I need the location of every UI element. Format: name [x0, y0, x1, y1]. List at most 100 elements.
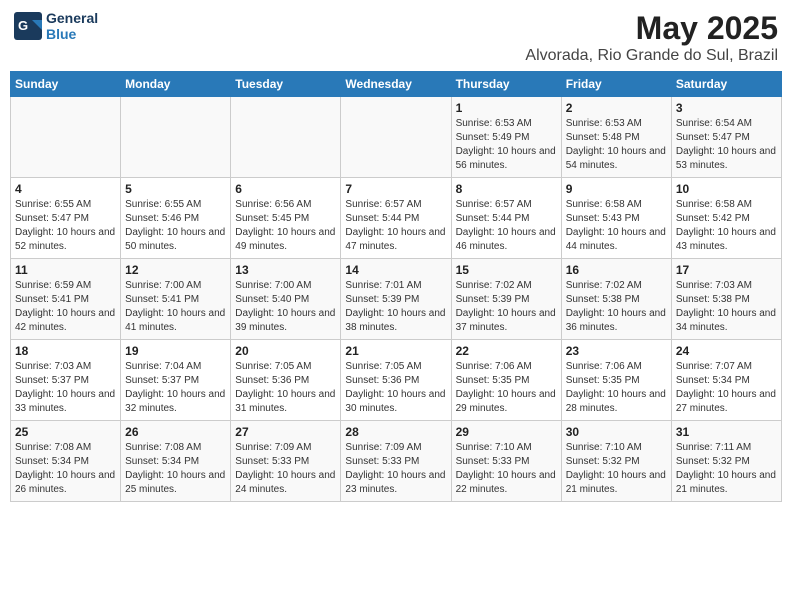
cell-info: Sunrise: 7:02 AMSunset: 5:39 PMDaylight:… — [456, 279, 557, 335]
cell-day-number: 30 — [566, 425, 667, 439]
calendar-cell: 26Sunrise: 7:08 AMSunset: 5:34 PMDayligh… — [121, 421, 231, 502]
cell-day-number: 21 — [345, 344, 446, 358]
calendar-cell: 7 Sunrise: 6:57 AMSunset: 5:44 PMDaylight… — [341, 178, 451, 259]
calendar-cell: 3Sunrise: 6:54 AMSunset: 5:47 PMDaylight… — [671, 97, 781, 178]
cell-info: Sunrise: 6:53 AMSunset: 5:49 PMDaylight:… — [456, 117, 557, 173]
calendar-cell: 25 Sunrise: 7:08 AMSunset: 5:34 PMDayligh… — [11, 421, 121, 502]
cell-day-number: 24 — [676, 344, 777, 358]
calendar-cell: 21 Sunrise: 7:05 AMSunset: 5:36 PMDayligh… — [341, 340, 451, 421]
cell-day-number: 3 — [676, 101, 777, 115]
cell-info: Sunrise: 7:03 AMSunset: 5:37 PMDaylight:… — [15, 360, 116, 416]
weekday-header: Friday — [561, 72, 671, 97]
cell-day-number: 17 — [676, 263, 777, 277]
cell-day-number: 31 — [676, 425, 777, 439]
calendar-cell: 5Sunrise: 6:55 AMSunset: 5:46 PMDaylight… — [121, 178, 231, 259]
cell-day-number: 4 — [15, 182, 116, 196]
cell-day-number: 9 — [566, 182, 667, 196]
calendar-week-row: 18 Sunrise: 7:03 AMSunset: 5:37 PMDayligh… — [11, 340, 782, 421]
calendar-cell: 14Sunrise: 7:01 AMSunset: 5:39 PMDayligh… — [341, 259, 451, 340]
cell-day-number: 27 — [235, 425, 336, 439]
logo-icon: G — [14, 12, 42, 40]
cell-info: Sunrise: 7:07 AMSunset: 5:34 PMDaylight:… — [676, 360, 777, 416]
cell-info: Sunrise: 7:09 AMSunset: 5:33 PMDaylight:… — [345, 441, 446, 497]
calendar-cell: 28 Sunrise: 7:09 AMSunset: 5:33 PMDayligh… — [341, 421, 451, 502]
cell-info: Sunrise: 6:56 AMSunset: 5:45 PMDaylight:… — [235, 198, 336, 254]
calendar-cell: 29 Sunrise: 7:10 AMSunset: 5:33 PMDayligh… — [451, 421, 561, 502]
cell-info: Sunrise: 7:05 AMSunset: 5:36 PMDaylight:… — [235, 360, 336, 416]
calendar-week-row: 25 Sunrise: 7:08 AMSunset: 5:34 PMDayligh… — [11, 421, 782, 502]
cell-day-number: 20 — [235, 344, 336, 358]
cell-info: Sunrise: 7:10 AMSunset: 5:33 PMDaylight:… — [456, 441, 557, 497]
calendar-cell: 16 Sunrise: 7:02 AMSunset: 5:38 PMDayligh… — [561, 259, 671, 340]
calendar-cell — [231, 97, 341, 178]
cell-day-number: 12 — [125, 263, 226, 277]
cell-day-number: 2 — [566, 101, 667, 115]
weekday-header: Monday — [121, 72, 231, 97]
calendar-cell — [11, 97, 121, 178]
cell-info: Sunrise: 6:55 AMSunset: 5:47 PMDaylight:… — [15, 198, 116, 254]
calendar-cell: 4 Sunrise: 6:55 AMSunset: 5:47 PMDaylight… — [11, 178, 121, 259]
cell-day-number: 16 — [566, 263, 667, 277]
cell-info: Sunrise: 7:11 AMSunset: 5:32 PMDaylight:… — [676, 441, 777, 497]
calendar-body: 1 Sunrise: 6:53 AMSunset: 5:49 PMDaylight… — [11, 97, 782, 502]
calendar-cell: 24 Sunrise: 7:07 AMSunset: 5:34 PMDayligh… — [671, 340, 781, 421]
cell-day-number: 18 — [15, 344, 116, 358]
cell-day-number: 1 — [456, 101, 557, 115]
cell-info: Sunrise: 7:08 AMSunset: 5:34 PMDaylight:… — [125, 441, 226, 497]
calendar-cell: 9Sunrise: 6:58 AMSunset: 5:43 PMDaylight… — [561, 178, 671, 259]
cell-day-number: 10 — [676, 182, 777, 196]
cell-info: Sunrise: 7:10 AMSunset: 5:32 PMDaylight:… — [566, 441, 667, 497]
calendar-cell: 18 Sunrise: 7:03 AMSunset: 5:37 PMDayligh… — [11, 340, 121, 421]
cell-info: Sunrise: 7:06 AMSunset: 5:35 PMDaylight:… — [456, 360, 557, 416]
cell-day-number: 6 — [235, 182, 336, 196]
logo: G General Blue — [14, 10, 98, 42]
calendar-cell: 20 Sunrise: 7:05 AMSunset: 5:36 PMDayligh… — [231, 340, 341, 421]
header-row: SundayMondayTuesdayWednesdayThursdayFrid… — [11, 72, 782, 97]
calendar-cell: 13Sunrise: 7:00 AMSunset: 5:40 PMDayligh… — [231, 259, 341, 340]
page-title: May 2025 — [525, 10, 778, 47]
calendar-cell: 12Sunrise: 7:00 AMSunset: 5:41 PMDayligh… — [121, 259, 231, 340]
cell-day-number: 28 — [345, 425, 446, 439]
cell-info: Sunrise: 7:09 AMSunset: 5:33 PMDaylight:… — [235, 441, 336, 497]
cell-day-number: 29 — [456, 425, 557, 439]
calendar-cell: 1 Sunrise: 6:53 AMSunset: 5:49 PMDaylight… — [451, 97, 561, 178]
cell-info: Sunrise: 7:05 AMSunset: 5:36 PMDaylight:… — [345, 360, 446, 416]
cell-info: Sunrise: 6:57 AMSunset: 5:44 PMDaylight:… — [456, 198, 557, 254]
cell-day-number: 11 — [15, 263, 116, 277]
svg-text:G: G — [18, 18, 28, 33]
cell-day-number: 7 — [345, 182, 446, 196]
cell-day-number: 25 — [15, 425, 116, 439]
cell-info: Sunrise: 7:06 AMSunset: 5:35 PMDaylight:… — [566, 360, 667, 416]
cell-day-number: 14 — [345, 263, 446, 277]
cell-info: Sunrise: 6:57 AMSunset: 5:44 PMDaylight:… — [345, 198, 446, 254]
calendar-week-row: 4 Sunrise: 6:55 AMSunset: 5:47 PMDaylight… — [11, 178, 782, 259]
calendar-week-row: 11 Sunrise: 6:59 AMSunset: 5:41 PMDayligh… — [11, 259, 782, 340]
logo-general: General — [46, 10, 98, 26]
calendar-cell: 17 Sunrise: 7:03 AMSunset: 5:38 PMDayligh… — [671, 259, 781, 340]
cell-day-number: 22 — [456, 344, 557, 358]
calendar-cell — [341, 97, 451, 178]
cell-day-number: 19 — [125, 344, 226, 358]
weekday-header: Tuesday — [231, 72, 341, 97]
calendar-header: SundayMondayTuesdayWednesdayThursdayFrid… — [11, 72, 782, 97]
weekday-header: Thursday — [451, 72, 561, 97]
cell-info: Sunrise: 7:08 AMSunset: 5:34 PMDaylight:… — [15, 441, 116, 497]
cell-info: Sunrise: 7:02 AMSunset: 5:38 PMDaylight:… — [566, 279, 667, 335]
page-header: G General Blue May 2025 Alvorada, Rio Gr… — [10, 10, 782, 65]
calendar-cell: 15 Sunrise: 7:02 AMSunset: 5:39 PMDayligh… — [451, 259, 561, 340]
calendar-cell: 6 Sunrise: 6:56 AMSunset: 5:45 PMDaylight… — [231, 178, 341, 259]
calendar-cell: 27 Sunrise: 7:09 AMSunset: 5:33 PMDayligh… — [231, 421, 341, 502]
page-subtitle: Alvorada, Rio Grande do Sul, Brazil — [525, 47, 778, 65]
cell-info: Sunrise: 7:03 AMSunset: 5:38 PMDaylight:… — [676, 279, 777, 335]
calendar-week-row: 1 Sunrise: 6:53 AMSunset: 5:49 PMDaylight… — [11, 97, 782, 178]
cell-info: Sunrise: 6:53 AMSunset: 5:48 PMDaylight:… — [566, 117, 667, 173]
cell-info: Sunrise: 6:59 AMSunset: 5:41 PMDaylight:… — [15, 279, 116, 335]
calendar-table: SundayMondayTuesdayWednesdayThursdayFrid… — [10, 71, 782, 502]
cell-info: Sunrise: 7:04 AMSunset: 5:37 PMDaylight:… — [125, 360, 226, 416]
cell-day-number: 23 — [566, 344, 667, 358]
cell-day-number: 5 — [125, 182, 226, 196]
calendar-cell: 10Sunrise: 6:58 AMSunset: 5:42 PMDayligh… — [671, 178, 781, 259]
calendar-cell: 8Sunrise: 6:57 AMSunset: 5:44 PMDaylight… — [451, 178, 561, 259]
cell-day-number: 15 — [456, 263, 557, 277]
calendar-cell: 22 Sunrise: 7:06 AMSunset: 5:35 PMDayligh… — [451, 340, 561, 421]
